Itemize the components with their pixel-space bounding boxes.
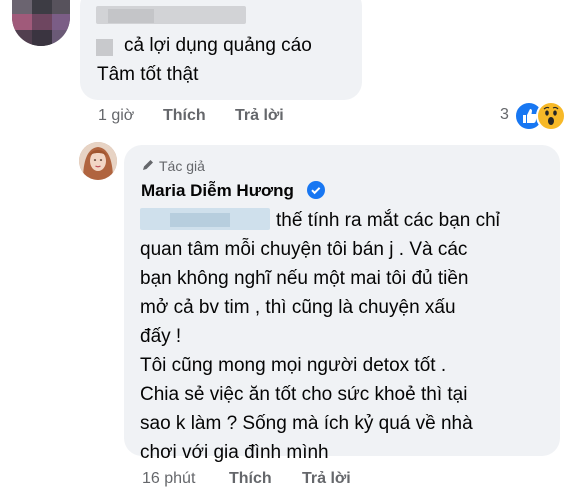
comment-line: sao k làm ? Sống mà ích kỷ quá về nhà [140,413,473,434]
comment-time[interactable]: 16 phút [142,469,195,489]
comment-line: thế tính ra mắt các bạn chỉ [276,210,500,231]
author-badge: Tác giả [141,157,205,176]
redacted-username-block [108,9,154,23]
reply-button[interactable]: Trả lời [235,106,284,126]
wow-icon [536,101,566,131]
reaction-count[interactable]: 3 [500,105,509,125]
avatar[interactable] [12,0,70,46]
like-button[interactable]: Thích [229,469,272,489]
comment-line: chơi với gia đình mình [140,442,329,463]
comment-line: bạn không nghĩ nếu một mai tôi đủ tiền [140,268,469,289]
verified-icon [307,181,325,199]
comment-time[interactable]: 1 giờ [98,106,134,126]
author-badge-label: Tác giả [159,158,205,174]
pen-icon [141,158,155,176]
avatar[interactable] [79,142,117,180]
comment-text: thế tính ra mắt các bạn chỉ quan tâm mỗi… [140,206,560,467]
author-name[interactable]: Maria Diễm Hương [141,180,294,202]
reactions[interactable] [514,101,566,131]
comment-text: cả lợi dụng quảng cáo [124,35,312,56]
comment-text: Tâm tốt thật [97,64,199,85]
comment-line: Chia sẻ việc ăn tốt cho sức khoẻ thì tại [140,384,468,405]
like-button[interactable]: Thích [163,106,206,126]
comment-line: Tôi cũng mong mọi người detox tốt . [140,355,447,376]
reply-button[interactable]: Trả lời [302,469,351,489]
redacted-mention [96,39,113,56]
comment-line: đấy ! [140,326,182,347]
comment-line: quan tâm mỗi chuyện tôi bán j . Và các [140,239,468,260]
comment-line: mở cả bv tim , thì cũng là chuyện xấu [140,297,456,318]
